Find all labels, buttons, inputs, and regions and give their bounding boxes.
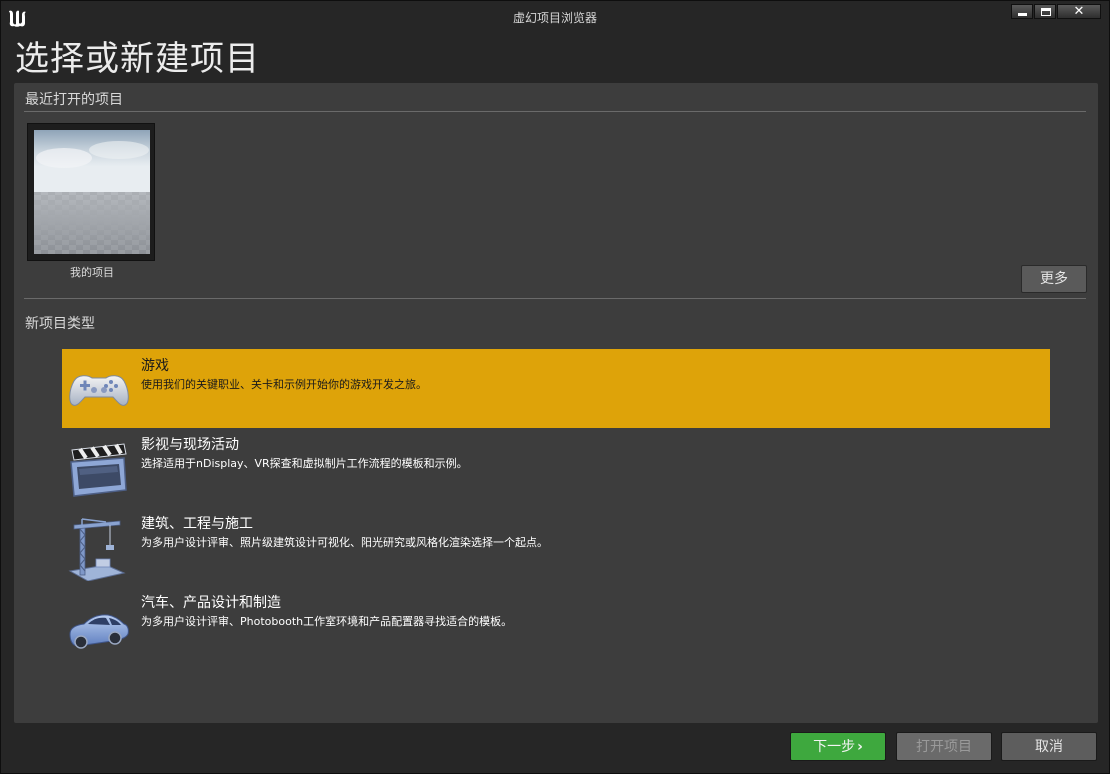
project-thumbnail-image [34,130,150,254]
window-controls: ✕ [1010,4,1101,19]
category-title: 影视与现场活动 [141,437,239,453]
category-description: 选择适用于nDisplay、VR探查和虚拟制片工作流程的模板和示例。 [141,457,468,470]
next-button[interactable]: 下一步 › [790,732,886,761]
category-automotive[interactable]: 汽车、产品设计和制造 为多用户设计评审、Photobooth工作室环境和产品配置… [62,586,1050,665]
category-description: 使用我们的关键职业、关卡和示例开始你的游戏开发之旅。 [141,378,427,391]
category-games[interactable]: 游戏 使用我们的关键职业、关卡和示例开始你的游戏开发之旅。 [62,349,1050,428]
category-architecture[interactable]: 建筑、工程与施工 为多用户设计评审、照片级建筑设计可视化、阳光研究或风格化渲染选… [62,507,1050,586]
title-bar[interactable]: 虚幻项目浏览器 ✕ [1,1,1109,33]
maximize-icon [1041,8,1051,16]
category-title: 汽车、产品设计和制造 [141,595,281,611]
new-project-types-label: 新项目类型 [25,316,95,332]
clapperboard-icon [70,443,127,497]
more-button[interactable]: 更多 [1021,265,1087,293]
close-button[interactable]: ✕ [1057,4,1101,19]
page-title: 选择或新建项目 [15,39,260,79]
recent-divider [24,111,1086,112]
project-thumbnail [27,123,155,261]
category-title: 建筑、工程与施工 [141,516,253,532]
recent-projects-label: 最近打开的项目 [25,92,123,108]
main-panel: 最近打开的项目 我的项目 更多 新项目类型 游戏 使用我们的关键职业、关卡和示例… [14,83,1098,723]
maximize-button[interactable] [1034,4,1056,19]
recent-project-tile[interactable]: 我的项目 [27,123,157,279]
cancel-button[interactable]: 取消 [1001,732,1097,761]
gamepad-icon [69,375,129,406]
chevron-right-icon: › [857,739,863,755]
close-icon: ✕ [1073,4,1085,19]
category-description: 为多用户设计评审、Photobooth工作室环境和产品配置器寻找适合的模板。 [141,615,513,628]
project-name: 我的项目 [70,266,114,279]
category-film-live-events[interactable]: 影视与现场活动 选择适用于nDisplay、VR探查和虚拟制片工作流程的模板和示… [62,428,1050,507]
minimize-button[interactable] [1011,4,1033,19]
crane-icon [68,518,126,581]
new-types-divider [24,298,1086,299]
category-title: 游戏 [141,358,169,374]
category-description: 为多用户设计评审、照片级建筑设计可视化、阳光研究或风格化渲染选择一个起点。 [141,536,548,549]
car-icon [69,614,129,649]
window-title: 虚幻项目浏览器 [512,11,597,25]
next-button-label: 下一步 [813,739,856,755]
open-project-button[interactable]: 打开项目 [896,732,992,761]
project-browser-window: 虚幻项目浏览器 ✕ 选择或新建项目 最近打开的项目 我的项目 更多 新项目类型 … [0,0,1110,774]
minimize-icon [1018,13,1027,16]
